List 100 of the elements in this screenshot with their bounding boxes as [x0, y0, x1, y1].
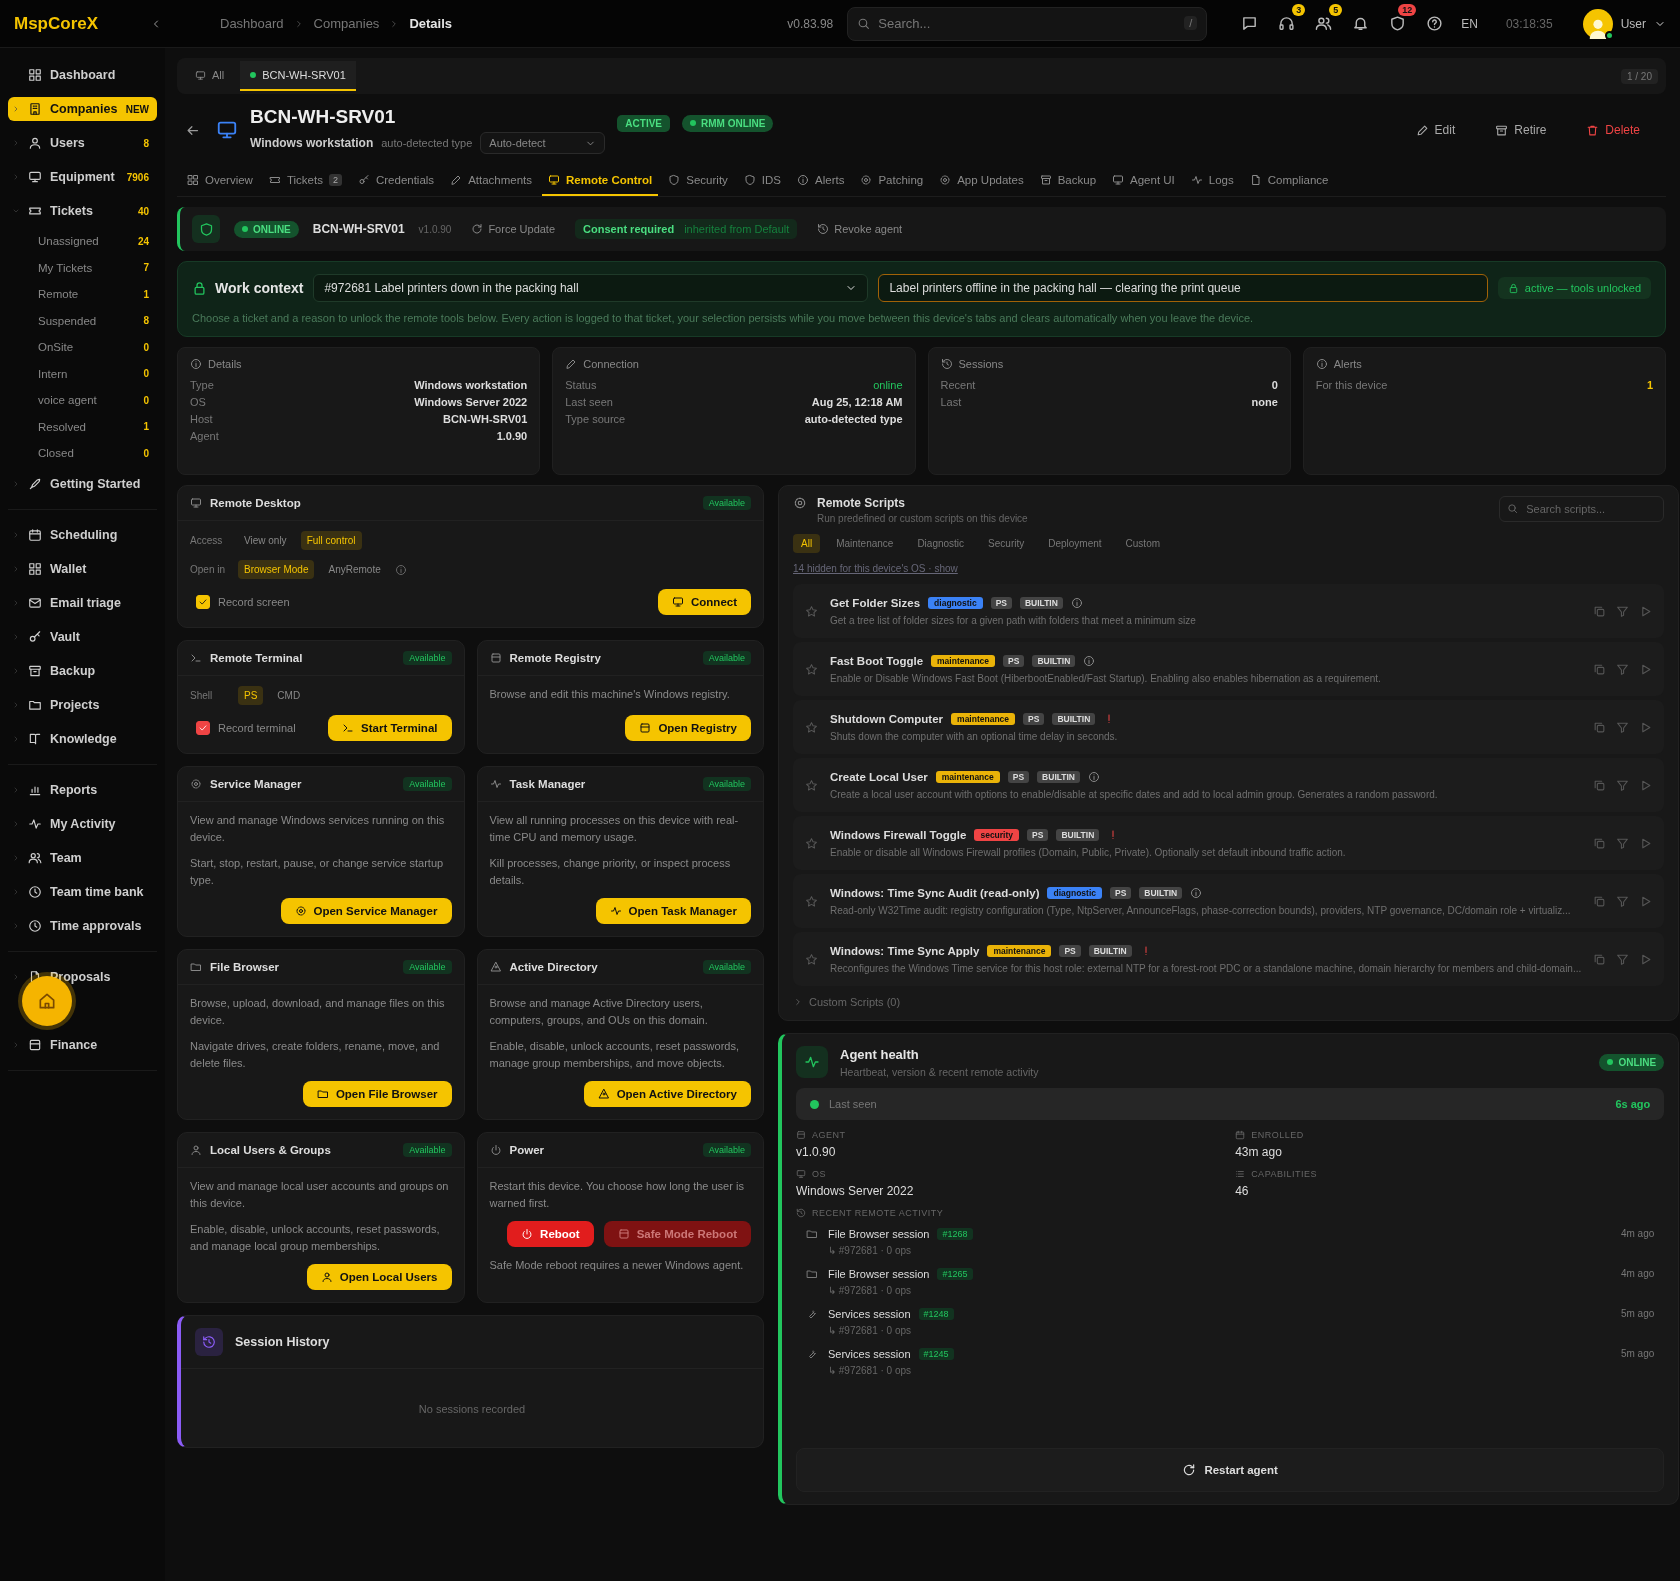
sidebar-item[interactable]: Scheduling: [8, 517, 157, 552]
action-button[interactable]: Edit: [1409, 122, 1462, 138]
filter-tab[interactable]: Deployment: [1040, 534, 1110, 553]
checkbox[interactable]: [196, 595, 210, 609]
filter-tab[interactable]: All: [793, 534, 821, 553]
nav-tab[interactable]: Agent UI: [1106, 166, 1181, 196]
sidebar-item[interactable]: Reports: [8, 772, 157, 807]
reboot-button[interactable]: Reboot: [507, 1221, 594, 1247]
filter-tab[interactable]: Security: [980, 534, 1033, 553]
script-row[interactable]: Create Local User maintenance PS BUILTIN Create a local user account with options to enable/disable at specific dates and add to local admin group. Generates a random password.: [793, 758, 1665, 812]
type-select[interactable]: Auto-detect: [480, 132, 606, 154]
filter-button[interactable]: [1616, 604, 1630, 618]
force-update-button[interactable]: Force Update: [465, 222, 562, 236]
script-row[interactable]: Windows Firewall Toggle security PS BUILTIN Enable or disable all Windows Firewall profiles (Domain, Public, Private). Optionally set default inbound traffic action.: [793, 816, 1665, 870]
action-button[interactable]: Delete: [1580, 122, 1646, 138]
filter-tab[interactable]: Diagnostic: [909, 534, 973, 553]
sidebar-item[interactable]: Email triage: [8, 585, 157, 620]
segment-option[interactable]: CMD: [271, 686, 307, 705]
nav-tab[interactable]: App Updates: [933, 166, 1030, 196]
search-field[interactable]: Search scripts...: [1499, 496, 1665, 522]
nav-tab[interactable]: Alerts: [791, 166, 851, 196]
run-button[interactable]: [1639, 778, 1653, 792]
run-button[interactable]: [1639, 604, 1653, 618]
segment-option[interactable]: AnyRemote: [322, 560, 387, 579]
sidebar-item[interactable]: My Activity: [8, 806, 157, 841]
run-button[interactable]: [1639, 720, 1653, 734]
sidebar-item[interactable]: Vault: [8, 619, 157, 654]
open-tool-button[interactable]: Open Active Directory: [583, 1081, 751, 1107]
sidebar-item[interactable]: Proposals: [8, 959, 157, 994]
script-row[interactable]: Fast Boot Toggle maintenance PS BUILTIN Enable or Disable Windows Fast Boot (HiberbootEnabled/Fast Startup). Enabling also enables hibernation as a requirement.: [793, 642, 1665, 696]
open-tool-button[interactable]: Open Task Manager: [595, 898, 751, 924]
nav-tab[interactable]: Remote Control: [542, 166, 659, 196]
sidebar-item[interactable]: Time approvals: [8, 908, 157, 943]
sidebar-subitem[interactable]: Unassigned 24: [8, 228, 157, 255]
connect-button[interactable]: Connect: [658, 589, 751, 615]
record-checkbox[interactable]: Record screen: [190, 594, 296, 610]
nav-tab[interactable]: Logs: [1184, 166, 1240, 196]
nav-tab[interactable]: Backup: [1033, 166, 1103, 196]
run-button[interactable]: [1639, 662, 1653, 676]
copy-button[interactable]: [1593, 894, 1607, 908]
user-name[interactable]: User: [1620, 16, 1646, 31]
run-button[interactable]: [1639, 952, 1653, 966]
open-tool-button[interactable]: Open Registry: [625, 715, 751, 741]
copy-button[interactable]: [1593, 952, 1607, 966]
restart-agent-button[interactable]: Restart agent: [796, 1448, 1665, 1492]
sidebar-subitem[interactable]: Intern 0: [8, 360, 157, 387]
run-button[interactable]: [1639, 894, 1653, 908]
app-logo[interactable]: MspCoreX: [14, 13, 132, 34]
checkbox[interactable]: [196, 721, 210, 735]
nav-tab[interactable]: Tickets 2: [262, 166, 348, 196]
sidebar-item[interactable]: Wallet: [8, 551, 157, 586]
filter-button[interactable]: [1616, 894, 1630, 908]
avatar[interactable]: [1582, 8, 1613, 39]
copy-button[interactable]: [1593, 604, 1607, 618]
nav-tab[interactable]: Compliance: [1243, 166, 1335, 196]
script-row[interactable]: [793, 874, 1665, 928]
sidebar-item[interactable]: Finance: [8, 1027, 157, 1062]
breadcrumb[interactable]: Dashboard: [220, 16, 284, 31]
start-terminal-button[interactable]: Start Terminal: [328, 715, 452, 741]
script-row[interactable]: [793, 932, 1665, 986]
filter-button[interactable]: [1616, 836, 1630, 850]
sidebar-item[interactable]: Equipment 7906: [8, 160, 157, 194]
sidebar-subitem[interactable]: Closed 0: [8, 440, 157, 467]
sidebar-item[interactable]: Getting Started: [8, 466, 157, 501]
record-checkbox[interactable]: Record terminal: [190, 720, 302, 736]
sidebar-subitem[interactable]: voice agent 0: [8, 387, 157, 414]
copy-button[interactable]: [1593, 720, 1607, 734]
filter-tab[interactable]: Custom: [1117, 534, 1169, 553]
filter-button[interactable]: [1616, 720, 1630, 734]
copy-button[interactable]: [1593, 836, 1607, 850]
breadcrumb[interactable]: Companies: [313, 16, 380, 31]
ticket-select[interactable]: #972681 Label printers down in the packing hall: [313, 274, 869, 302]
sidebar-item[interactable]: Team time bank: [8, 874, 157, 909]
sidebar-item[interactable]: Knowledge: [8, 721, 157, 756]
segment-option[interactable]: Browser Mode: [238, 560, 315, 579]
sidebar-subitem[interactable]: OnSite 0: [8, 334, 157, 361]
nav-tab[interactable]: Security: [662, 166, 734, 196]
nav-tab[interactable]: Patching: [854, 166, 930, 196]
sidebar-item[interactable]: Tickets 40: [8, 194, 157, 228]
action-button[interactable]: Retire: [1489, 122, 1553, 138]
script-row[interactable]: Shutdown Computer maintenance PS BUILTIN Shuts down the computer with an optional time delay in seconds.: [793, 700, 1665, 754]
sidebar-item[interactable]: Dashboard: [8, 58, 157, 92]
sidebar-item[interactable]: Companies NEW: [8, 97, 157, 121]
open-tool-button[interactable]: Open Service Manager: [280, 898, 452, 924]
sidebar-item[interactable]: Users 8: [8, 126, 157, 160]
nav-tab[interactable]: IDS: [737, 166, 787, 196]
sidebar-item[interactable]: Backup: [8, 653, 157, 688]
device-tab[interactable]: All: [185, 61, 235, 91]
segment-option[interactable]: Full control: [300, 531, 362, 550]
script-row[interactable]: Get Folder Sizes diagnostic PS BUILTIN Get a tree list of folder sizes for a given path with folders that meet a minimum size: [793, 584, 1665, 638]
sidebar-subitem[interactable]: Remote 1: [8, 281, 157, 308]
copy-button[interactable]: [1593, 662, 1607, 676]
open-tool-button[interactable]: Open Local Users: [306, 1264, 452, 1290]
revoke-button[interactable]: Revoke agent: [811, 222, 909, 236]
reason-field[interactable]: Label printers offline in the packing hall — clearing the print queue: [878, 274, 1488, 302]
segment-option[interactable]: PS: [238, 686, 264, 705]
sidebar-subitem[interactable]: Resolved 1: [8, 413, 157, 440]
copy-button[interactable]: [1593, 778, 1607, 792]
filter-button[interactable]: [1616, 662, 1630, 676]
sidebar-item[interactable]: Team: [8, 840, 157, 875]
